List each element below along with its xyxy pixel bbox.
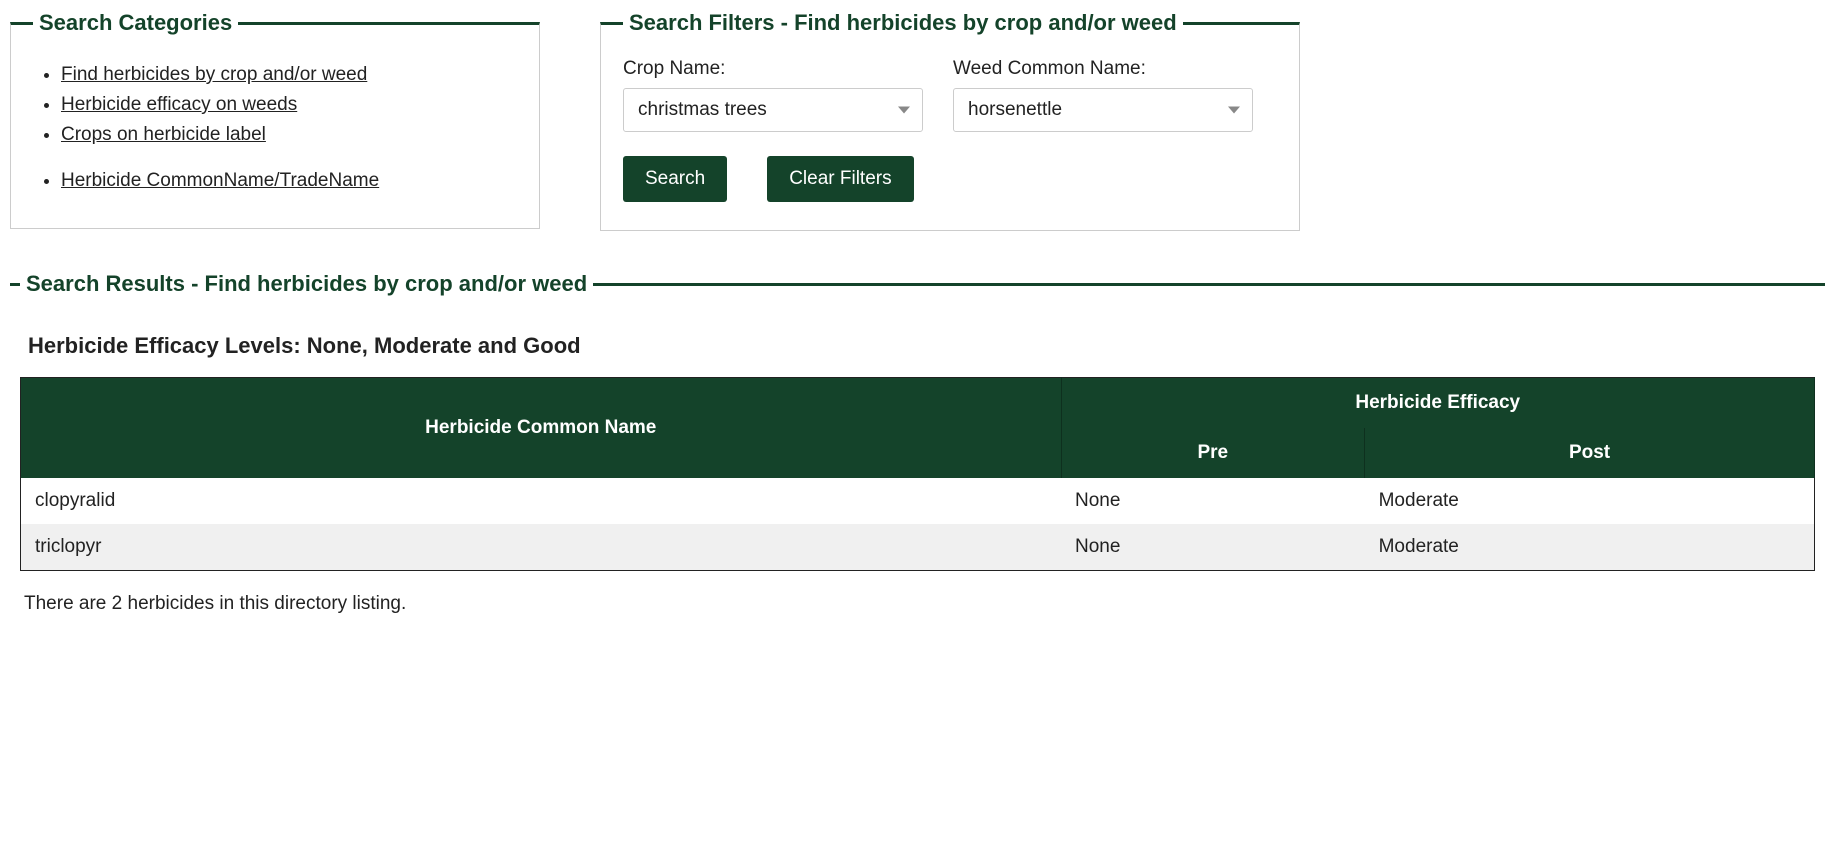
cell-herbicide-name: clopyralid (21, 478, 1062, 524)
search-results-legend: Search Results - Find herbicides by crop… (20, 271, 593, 297)
weed-name-label: Weed Common Name: (953, 58, 1253, 80)
category-link-efficacy[interactable]: Herbicide efficacy on weeds (61, 94, 297, 115)
results-table: Herbicide Common Name Herbicide Efficacy… (20, 377, 1815, 571)
results-count-note: There are 2 herbicides in this directory… (24, 593, 1815, 615)
cell-post: Moderate (1365, 524, 1815, 571)
clear-filters-button[interactable]: Clear Filters (767, 156, 913, 202)
crop-name-select[interactable]: christmas trees (623, 88, 923, 132)
search-button[interactable]: Search (623, 156, 727, 202)
efficacy-levels-heading: Herbicide Efficacy Levels: None, Moderat… (28, 333, 1815, 359)
cell-herbicide-name: triclopyr (21, 524, 1062, 571)
search-categories-list: Find herbicides by crop and/or weed Herb… (33, 64, 517, 192)
crop-name-value: christmas trees (638, 99, 767, 120)
dropdown-icon (1228, 107, 1240, 114)
dropdown-icon (898, 107, 910, 114)
cell-pre: None (1061, 478, 1365, 524)
search-filters-panel: Search Filters - Find herbicides by crop… (600, 10, 1300, 231)
col-header-pre: Pre (1061, 428, 1365, 478)
weed-name-select[interactable]: horsenettle (953, 88, 1253, 132)
search-categories-legend: Search Categories (33, 10, 238, 36)
category-link-crops-on-label[interactable]: Crops on herbicide label (61, 124, 266, 145)
col-header-efficacy-group: Herbicide Efficacy (1061, 378, 1814, 429)
col-header-name: Herbicide Common Name (21, 378, 1062, 479)
search-filters-legend: Search Filters - Find herbicides by crop… (623, 10, 1183, 36)
crop-name-label: Crop Name: (623, 58, 923, 80)
category-link-common-trade-name[interactable]: Herbicide CommonName/TradeName (61, 170, 379, 191)
col-header-post: Post (1365, 428, 1815, 478)
table-row: triclopyr None Moderate (21, 524, 1815, 571)
weed-name-value: horsenettle (968, 99, 1062, 120)
search-categories-panel: Search Categories Find herbicides by cro… (10, 10, 540, 229)
table-row: clopyralid None Moderate (21, 478, 1815, 524)
cell-post: Moderate (1365, 478, 1815, 524)
search-results-panel: Search Results - Find herbicides by crop… (10, 271, 1825, 643)
cell-pre: None (1061, 524, 1365, 571)
category-link-find-herbicides[interactable]: Find herbicides by crop and/or weed (61, 64, 367, 85)
